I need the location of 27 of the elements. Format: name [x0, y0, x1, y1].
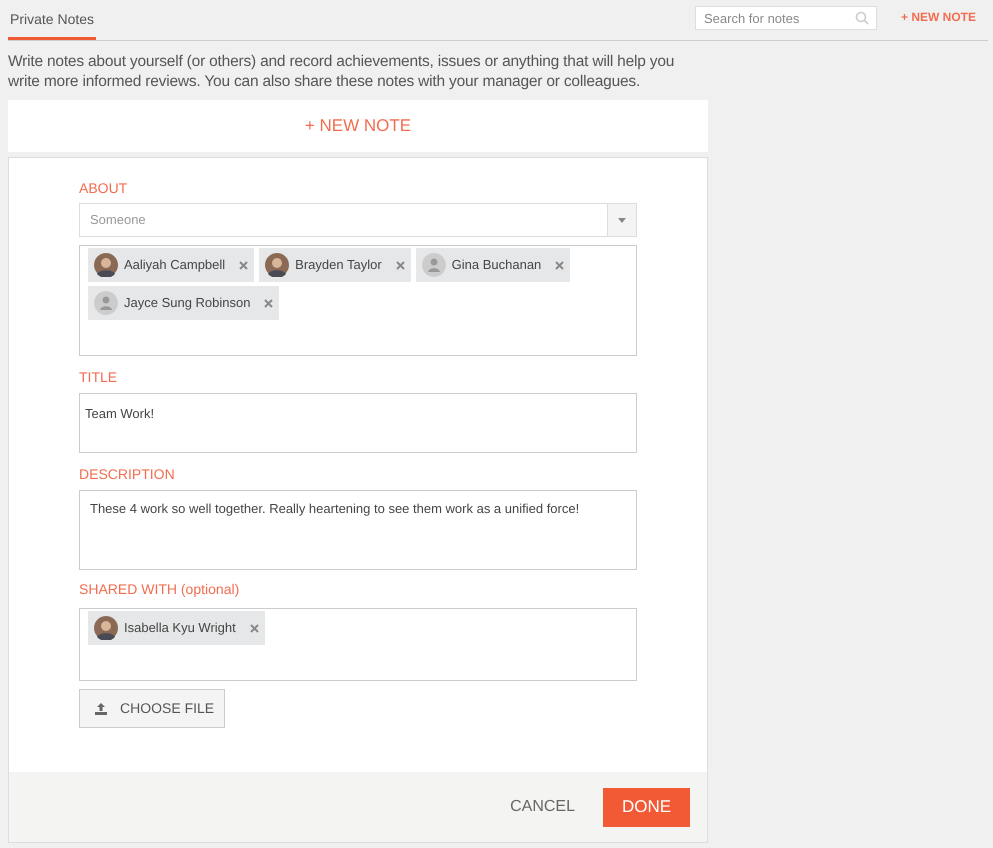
people-field[interactable]: Aaliyah Campbell Brayden Taylor Gina Buchanan Jayce Sung Robinson: [79, 245, 637, 356]
field-label: SHARED WITH (optional): [79, 580, 240, 599]
cancel-button[interactable]: CANCEL: [510, 795, 575, 819]
tab[interactable]: Private Notes: [8, 9, 96, 40]
upload-icon: [94, 702, 108, 714]
person-name: Gina Buchanan: [452, 256, 542, 274]
choose-file-button[interactable]: CHOOSE FILE: [79, 689, 225, 728]
people-field[interactable]: Isabella Kyu Wright: [79, 608, 637, 681]
person-name: Isabella Kyu Wright: [124, 619, 236, 638]
remove-icon[interactable]: [396, 260, 405, 270]
search-field[interactable]: Search for notes: [694, 6, 877, 30]
field-label: DESCRIPTION: [79, 465, 176, 484]
text-field[interactable]: These 4 work so well together. Really heartening to see them work as a unified force!: [79, 490, 637, 570]
dropdown-caret-icon: [618, 218, 626, 222]
person-name: Jayce Sung Robinson: [124, 294, 250, 312]
intro-text: Write notes about yourself (or others) and record achievements, issues or anything that will help you write more informed reviews. You can also share these notes with your manager or colleagues.: [8, 52, 676, 92]
remove-icon[interactable]: [250, 624, 259, 632]
person-name: Brayden Taylor: [295, 256, 382, 274]
field-label: TITLE: [79, 368, 118, 387]
search-icon: [854, 11, 869, 25]
done-button[interactable]: DONE: [603, 788, 690, 826]
remove-icon[interactable]: [239, 260, 248, 270]
remove-icon[interactable]: [264, 298, 274, 308]
person-name: Aaliyah Campbell: [124, 256, 226, 274]
remove-icon[interactable]: [555, 260, 564, 270]
field-label: ABOUT: [79, 179, 128, 198]
text-field[interactable]: Team Work!: [79, 393, 637, 453]
